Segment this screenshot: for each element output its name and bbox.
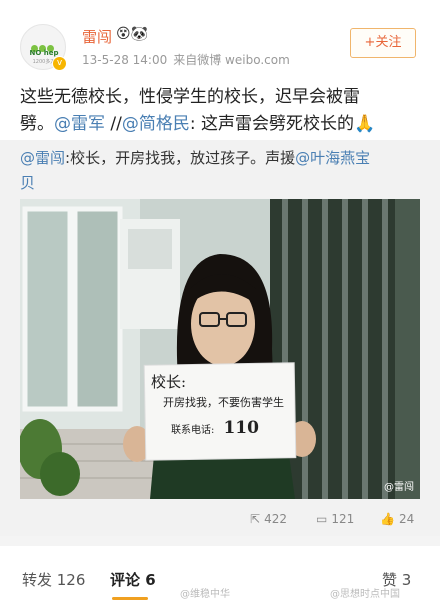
like-count-value: 24 — [398, 512, 415, 526]
sign-line1: 校长: — [151, 373, 187, 391]
post-text: 这些无德校长，性侵学生的校长，迟早会被雷 劈。@雷军 //@简格民: 这声雷会劈… — [20, 84, 420, 138]
comment-count-value: 121 — [331, 512, 355, 526]
comment-icon: ▭ — [316, 512, 328, 526]
tab-repost[interactable]: 转发 126 — [22, 569, 85, 590]
mention-link[interactable]: @雷军 — [54, 114, 105, 134]
protest-photo-illustration — [20, 199, 420, 499]
pray-emoji-icon: 🙏 — [354, 114, 376, 134]
mention-link[interactable]: @简格民 — [122, 114, 190, 134]
post-source[interactable]: 来自微博 weibo.com — [173, 53, 290, 67]
post-line2-prefix: 劈。 — [20, 114, 54, 134]
like-count[interactable]: 👍 24 — [380, 512, 414, 526]
repost-separator: // — [105, 114, 122, 134]
mention-link[interactable]: @叶海燕宝 — [295, 149, 370, 167]
mention-link-cont[interactable]: 贝 — [20, 174, 35, 192]
reposted-content[interactable]: @雷闯:校长，开房找我，放过孩子。声援@叶海燕宝贝 校长: 开房找我，不要伤害学… — [0, 140, 440, 536]
sign-phone: 110 — [223, 418, 259, 438]
follow-button[interactable]: +关注 — [350, 28, 416, 58]
repost-count-value: 422 — [264, 512, 287, 526]
weibo-post-card: NO hep 1200多万 v 雷闯 😵🐼 13-5-28 14:00 来自微博 … — [0, 0, 440, 605]
author-emoji: 😵🐼 — [116, 26, 149, 42]
repost-count[interactable]: ⇱ 422 — [250, 512, 287, 526]
tab-like[interactable]: 赞 3 — [382, 569, 411, 590]
post-tabs: 转发 126 评论 6 @维稳中华 @思想时点中国 赞 3 — [0, 555, 440, 605]
post-photo[interactable]: 校长: 开房找我，不要伤害学生 联系电话: 110 @雷闯 — [20, 199, 420, 499]
post-line2-suffix: : 这声雷会劈死校长的 — [189, 114, 354, 134]
repost-text: @雷闯:校长，开房找我，放过孩子。声援@叶海燕宝贝 — [20, 146, 422, 196]
post-meta: 13-5-28 14:00 来自微博 weibo.com — [82, 51, 290, 68]
sign-line3: 联系电话: — [171, 425, 215, 436]
repost-stats: ⇱ 422 ▭ 121 👍 24 — [0, 506, 440, 532]
protest-sign: 校长: 开房找我，不要伤害学生 联系电话: 110 — [151, 371, 291, 438]
thumb-up-icon: 👍 — [380, 512, 395, 526]
author-name[interactable]: 雷闯 — [82, 26, 112, 47]
watermark-text: @维稳中华 — [180, 589, 230, 600]
tab-comment[interactable]: 评论 6 — [110, 569, 156, 590]
photo-watermark: @雷闯 — [384, 482, 414, 493]
sign-line2: 开房找我，不要伤害学生 — [163, 396, 284, 409]
repost-author-link[interactable]: @雷闯 — [20, 149, 65, 167]
comment-count[interactable]: ▭ 121 — [316, 512, 354, 526]
post-line1: 这些无德校长，性侵学生的校长，迟早会被雷 — [20, 87, 360, 107]
repost-body-1: :校长，开房找我，放过孩子。声援 — [65, 149, 296, 167]
section-divider — [0, 536, 440, 546]
active-tab-indicator — [112, 597, 148, 600]
verified-badge-icon: v — [52, 56, 67, 71]
repost-icon: ⇱ — [250, 512, 261, 526]
logo-dots-icon — [31, 37, 55, 52]
post-time: 13-5-28 14:00 — [82, 53, 168, 67]
